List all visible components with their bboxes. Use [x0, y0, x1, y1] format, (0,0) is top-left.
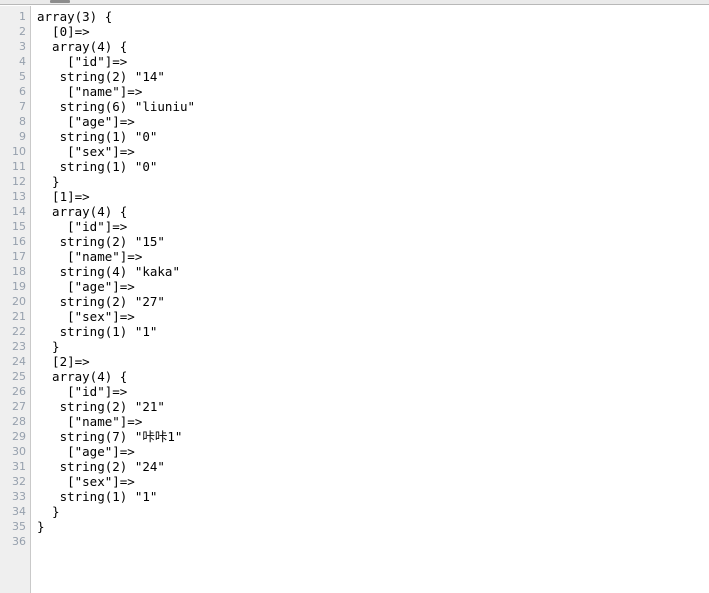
code-line: [1]=>: [37, 189, 90, 204]
line-number: 32: [12, 475, 26, 488]
code-line: ["id"]=>: [37, 219, 128, 234]
code-line: ["age"]=>: [37, 114, 135, 129]
line-number: 13: [12, 190, 26, 203]
line-number: 17: [12, 250, 26, 263]
code-line: array(3) {: [37, 9, 113, 24]
line-number: 11: [12, 160, 26, 173]
code-line: [0]=>: [37, 24, 90, 39]
code-line: string(2) "15": [37, 234, 165, 249]
line-number: 28: [12, 415, 26, 428]
line-number: 20: [12, 295, 26, 308]
code-line: }: [37, 339, 60, 354]
line-number: 36: [12, 535, 26, 548]
code-viewer: 1 2 3 4 5 6 7 8 9 10 11 12 13 14 15 16 17 18 19 20 21 22 23 24 2…: [0, 6, 709, 593]
code-line: string(4) "kaka": [37, 264, 180, 279]
code-line: }: [37, 519, 45, 534]
code-line: }: [37, 174, 60, 189]
line-number: 21: [12, 310, 26, 323]
line-number: 14: [12, 205, 26, 218]
line-number: 7: [19, 100, 26, 113]
code-line: string(1) "0": [37, 159, 158, 174]
code-line: ["age"]=>: [37, 279, 135, 294]
code-line: ["name"]=>: [37, 249, 143, 264]
line-number: 30: [12, 445, 26, 458]
code-line: string(1) "0": [37, 129, 158, 144]
code-line: string(7) "咔咔1": [37, 429, 183, 444]
code-line: string(1) "1": [37, 489, 158, 504]
line-number: 35: [12, 520, 26, 533]
window-chrome-strip: [0, 0, 709, 5]
line-number: 2: [19, 25, 26, 38]
line-number: 29: [12, 430, 26, 443]
line-number: 10: [12, 145, 26, 158]
code-line: ["sex"]=>: [37, 474, 135, 489]
code-line: string(2) "14": [37, 69, 165, 84]
line-number: 33: [12, 490, 26, 503]
line-number-gutter: 1 2 3 4 5 6 7 8 9 10 11 12 13 14 15 16 17 18 19 20 21 22 23 24 2…: [0, 6, 31, 593]
code-line: string(2) "21": [37, 399, 165, 414]
line-number: 34: [12, 505, 26, 518]
code-line: ["name"]=>: [37, 414, 143, 429]
code-line: ["sex"]=>: [37, 144, 135, 159]
line-number: 15: [12, 220, 26, 233]
line-number: 6: [19, 85, 26, 98]
line-number: 25: [12, 370, 26, 383]
code-line: array(4) {: [37, 369, 128, 384]
horizontal-scrollbar-thumb[interactable]: [50, 0, 70, 3]
code-line: ["id"]=>: [37, 384, 128, 399]
line-number: 3: [19, 40, 26, 53]
line-number: 24: [12, 355, 26, 368]
line-number: 26: [12, 385, 26, 398]
code-content-area[interactable]: array(3) { [0]=> array(4) { ["id"]=> str…: [31, 6, 709, 593]
line-number: 23: [12, 340, 26, 353]
line-number: 31: [12, 460, 26, 473]
line-number: 16: [12, 235, 26, 248]
line-number: 22: [12, 325, 26, 338]
code-line: ["name"]=>: [37, 84, 143, 99]
code-line: [2]=>: [37, 354, 90, 369]
code-line: }: [37, 504, 60, 519]
code-line: array(4) {: [37, 204, 128, 219]
code-line: string(1) "1": [37, 324, 158, 339]
line-number: 19: [12, 280, 26, 293]
code-line: ["id"]=>: [37, 54, 128, 69]
code-line: array(4) {: [37, 39, 128, 54]
line-number: 4: [19, 55, 26, 68]
code-line: ["sex"]=>: [37, 309, 135, 324]
line-number: 5: [19, 70, 26, 83]
line-number: 9: [19, 130, 26, 143]
code-line: ["age"]=>: [37, 444, 135, 459]
code-line: string(6) "liuniu": [37, 99, 196, 114]
line-number: 18: [12, 265, 26, 278]
line-number: 27: [12, 400, 26, 413]
code-line: string(2) "27": [37, 294, 165, 309]
code-line: string(2) "24": [37, 459, 165, 474]
line-number: 1: [19, 10, 26, 23]
line-number: 12: [12, 175, 26, 188]
line-number: 8: [19, 115, 26, 128]
